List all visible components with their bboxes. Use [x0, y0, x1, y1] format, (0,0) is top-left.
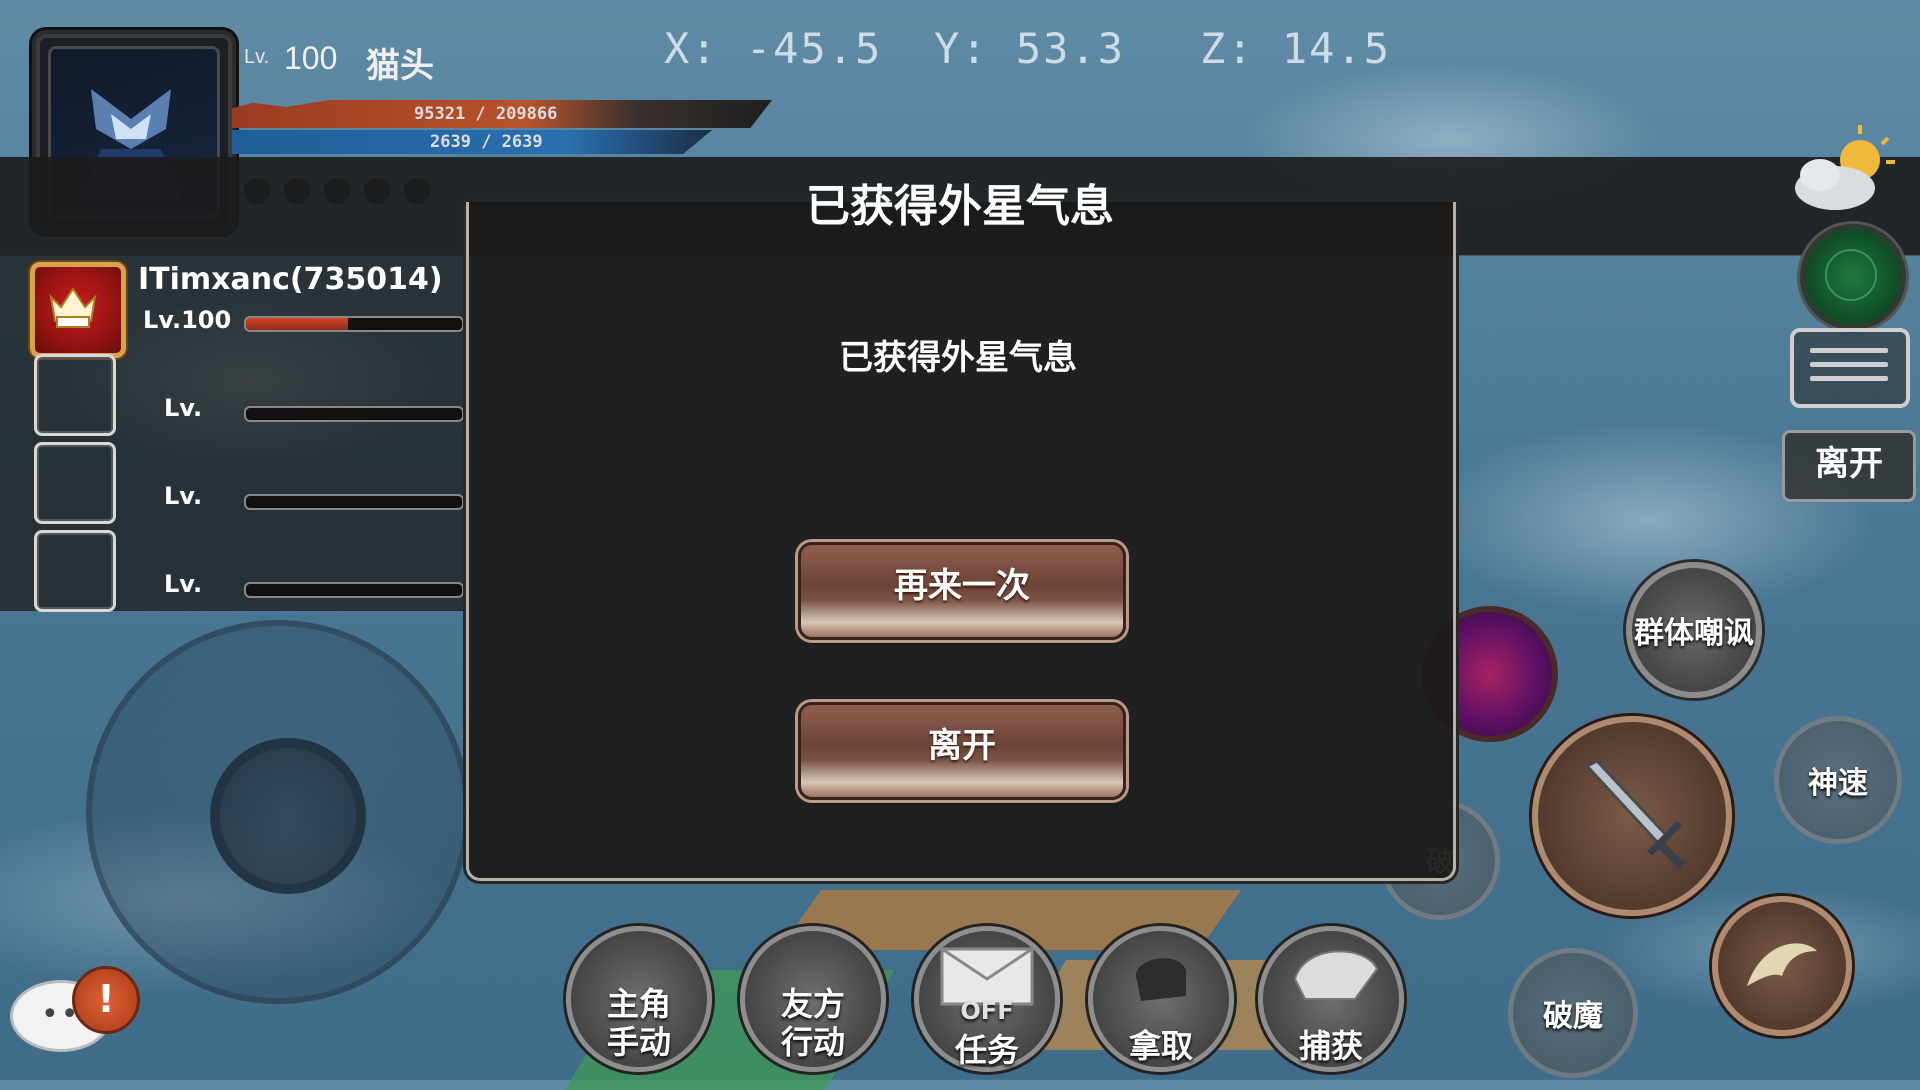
hp-max: 209866 [495, 104, 558, 124]
radar-minimap[interactable] [1800, 224, 1906, 330]
leader-crown-icon[interactable] [30, 262, 126, 358]
party-slot[interactable] [34, 530, 116, 612]
leave-button[interactable]: 离开 [798, 702, 1126, 800]
ally-action-button[interactable]: 友方 行动 [740, 926, 886, 1072]
player-name: 猫头 [366, 46, 434, 86]
hero-manual-label-2: 手动 [606, 1023, 671, 1061]
wing-icon [1747, 943, 1817, 986]
skill-wing-button[interactable] [1712, 896, 1852, 1036]
player-level-label: Lv. [244, 46, 270, 68]
party-leader-level: Lv.100 [143, 306, 232, 334]
leave-button-label: 离开 [928, 726, 996, 766]
capture-label: 捕获 [1298, 1027, 1363, 1065]
mp-max: 2639 [501, 132, 543, 152]
skill-speed-button[interactable]: 神速 [1774, 716, 1902, 844]
party-leader-name: ITimxanc(735014) [138, 262, 443, 297]
party-slot-bar [244, 494, 464, 510]
skill-break-magic-button[interactable]: 破魔 [1508, 948, 1638, 1078]
party-leader-hp-bar [244, 316, 464, 332]
party-slot-bar [244, 582, 464, 598]
mp-text: 2639 / 2639 [430, 132, 543, 152]
quest-off-badge: OFF [960, 997, 1014, 1025]
sword-icon [1584, 759, 1685, 869]
attack-sword-button[interactable] [1532, 716, 1732, 916]
skill-taunt-label: 群体嘲讽 [1634, 616, 1754, 651]
dialog-message: 已获得外星气息 [839, 338, 1077, 378]
party-slot[interactable] [34, 442, 116, 524]
hero-manual-label-1: 主角 [606, 985, 671, 1023]
coord-x: X: -45.5 [664, 24, 883, 73]
party-slot-bar [244, 406, 464, 422]
take-button[interactable]: 拿取 [1088, 926, 1234, 1072]
retry-button-label: 再来一次 [894, 566, 1030, 606]
skill-break-magic-label: 破魔 [1543, 999, 1603, 1034]
net-icon [1293, 950, 1379, 1000]
message-log-icon[interactable] [1790, 328, 1910, 408]
crown-icon [49, 287, 97, 328]
hp-current: 95321 [414, 104, 466, 124]
party-slot-level: Lv. [164, 570, 203, 598]
take-label: 拿取 [1128, 1027, 1193, 1065]
retry-button[interactable]: 再来一次 [798, 542, 1126, 640]
party-slot-level: Lv. [164, 394, 203, 422]
mp-current: 2639 [430, 132, 471, 152]
ally-action-label-1: 友方 [780, 985, 845, 1023]
quest-button[interactable]: OFF 任务 [914, 926, 1060, 1072]
player-level: 100 [284, 40, 338, 76]
hero-manual-button[interactable]: 主角 手动 [566, 926, 712, 1072]
banner-title: 已获得外星气息 [806, 181, 1114, 232]
ally-action-label-2: 行动 [780, 1023, 845, 1061]
quest-label: 任务 [954, 1031, 1019, 1069]
hp-text: 95321 / 209866 [414, 104, 558, 124]
fist-icon [1136, 958, 1186, 1001]
coord-y: Y: 53.3 [934, 24, 1126, 73]
skill-taunt-button[interactable]: 群体嘲讽 [1626, 562, 1762, 698]
capture-button[interactable]: 捕获 [1258, 926, 1404, 1072]
alert-icon[interactable]: ! [72, 966, 140, 1034]
coord-z: Z: 14.5 [1200, 24, 1392, 73]
party-slot[interactable] [34, 354, 116, 436]
skill-speed-label: 神速 [1808, 766, 1868, 801]
leave-button-side[interactable]: 离开 [1782, 430, 1916, 502]
party-slot-level: Lv. [164, 482, 203, 510]
party-leader-hp-fill [246, 318, 348, 330]
joystick-knob[interactable] [210, 738, 366, 894]
